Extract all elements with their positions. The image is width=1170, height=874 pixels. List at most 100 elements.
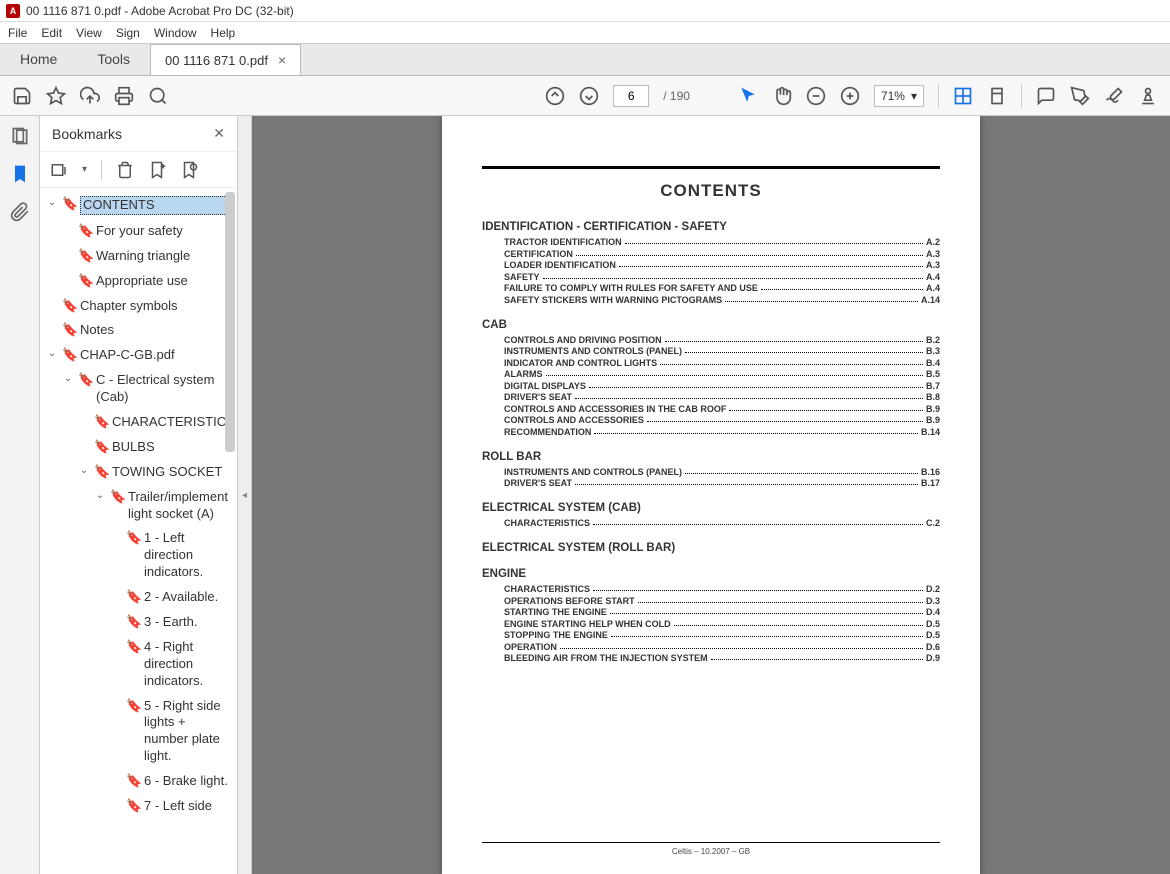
zoom-out-icon[interactable]: [806, 86, 826, 106]
toc-entry: STARTING THE ENGINED.4: [504, 607, 940, 617]
tree-item[interactable]: Warning triangle: [96, 248, 233, 265]
toc-entry: CERTIFICATIONA.3: [504, 249, 940, 259]
tree-item[interactable]: 1 - Left direction indicators.: [144, 530, 233, 581]
tree-item[interactable]: Trailer/implement light socket (A): [128, 489, 233, 523]
toc-entry: SAFETYA.4: [504, 272, 940, 282]
scrollbar[interactable]: [225, 192, 235, 452]
menu-view[interactable]: View: [76, 26, 102, 40]
panel-title: Bookmarks: [52, 126, 122, 142]
toc-entry: INSTRUMENTS AND CONTROLS (PANEL)B.3: [504, 346, 940, 356]
toc-entry: CONTROLS AND DRIVING POSITIONB.2: [504, 335, 940, 345]
bookmarks-panel: Bookmarks ✕ ▾ ⌄🔖CONTENTS 🔖For your safet…: [40, 116, 238, 874]
close-icon[interactable]: ×: [278, 52, 286, 68]
menu-sign[interactable]: Sign: [116, 26, 140, 40]
fit-icon[interactable]: [953, 86, 973, 106]
scroll-icon[interactable]: [987, 86, 1007, 106]
menu-help[interactable]: Help: [211, 26, 236, 40]
zoom-select[interactable]: 71%▾: [874, 85, 924, 107]
tree-item[interactable]: 2 - Available.: [144, 589, 233, 606]
toc-entry: STOPPING THE ENGINED.5: [504, 630, 940, 640]
print-icon[interactable]: [114, 86, 134, 106]
menu-file[interactable]: File: [8, 26, 27, 40]
toc-section: ELECTRICAL SYSTEM (ROLL BAR): [482, 542, 940, 554]
toc-entry: TRACTOR IDENTIFICATIONA.2: [504, 237, 940, 247]
cloud-icon[interactable]: [80, 86, 100, 106]
toc-entry: CONTROLS AND ACCESSORIES IN THE CAB ROOF…: [504, 404, 940, 414]
star-icon[interactable]: [46, 86, 66, 106]
toc-entry: DRIVER'S SEATB.8: [504, 392, 940, 402]
toc-section: ROLL BAR: [482, 451, 940, 463]
tree-item[interactable]: C - Electrical system (Cab): [96, 372, 233, 406]
find-bookmark-icon[interactable]: [180, 161, 198, 179]
page-footer: Celtis – 10.2007 – GB: [482, 842, 940, 856]
toc-entry: FAILURE TO COMPLY WITH RULES FOR SAFETY …: [504, 283, 940, 293]
comment-icon[interactable]: [1036, 86, 1056, 106]
hand-icon[interactable]: [772, 86, 792, 106]
titlebar: A 00 1116 871 0.pdf - Adobe Acrobat Pro …: [0, 0, 1170, 22]
tab-tools[interactable]: Tools: [77, 43, 150, 75]
tree-item[interactable]: TOWING SOCKET: [112, 464, 233, 481]
tree-item[interactable]: Notes: [80, 322, 233, 339]
toolbar: / 190 71%▾: [0, 76, 1170, 116]
save-icon[interactable]: [12, 86, 32, 106]
menubar: File Edit View Sign Window Help: [0, 22, 1170, 44]
stamp-icon[interactable]: [1138, 86, 1158, 106]
highlight-icon[interactable]: [1070, 86, 1090, 106]
search-icon[interactable]: [148, 86, 168, 106]
toc-section: ENGINE: [482, 568, 940, 580]
menu-window[interactable]: Window: [154, 26, 197, 40]
trash-icon[interactable]: [116, 161, 134, 179]
tab-home[interactable]: Home: [0, 43, 77, 75]
main: Bookmarks ✕ ▾ ⌄🔖CONTENTS 🔖For your safet…: [0, 116, 1170, 874]
toc-entry: ALARMSB.5: [504, 369, 940, 379]
panel-header: Bookmarks ✕: [40, 116, 237, 152]
new-bookmark-icon[interactable]: [148, 161, 166, 179]
toc-entry: BLEEDING AIR FROM THE INJECTION SYSTEMD.…: [504, 653, 940, 663]
doc-title: CONTENTS: [482, 166, 940, 201]
toc-section: IDENTIFICATION - CERTIFICATION - SAFETY: [482, 221, 940, 233]
tree-item[interactable]: 7 - Left side: [144, 798, 233, 815]
tree-item[interactable]: BULBS: [112, 439, 233, 456]
toc-entry: OPERATIOND.6: [504, 642, 940, 652]
chevron-down-icon: ▾: [911, 89, 917, 103]
chevron-down-icon[interactable]: ▾: [82, 164, 87, 175]
tab-document[interactable]: 00 1116 871 0.pdf ×: [150, 44, 301, 75]
toc-section: ELECTRICAL SYSTEM (CAB): [482, 502, 940, 514]
toc-entry: CONTROLS AND ACCESSORIESB.9: [504, 415, 940, 425]
attachment-icon[interactable]: [10, 202, 30, 222]
page-total: / 190: [663, 89, 690, 103]
page-viewer[interactable]: CONTENTS IDENTIFICATION - CERTIFICATION …: [252, 116, 1170, 874]
tree-item[interactable]: CHAP-C-GB.pdf: [80, 347, 233, 364]
tree-item[interactable]: Chapter symbols: [80, 298, 233, 315]
table-of-contents: IDENTIFICATION - CERTIFICATION - SAFETY T…: [482, 221, 940, 663]
tree-item[interactable]: CHARACTERISTICS: [112, 414, 235, 431]
bookmark-icon[interactable]: [10, 164, 30, 184]
bookmark-tree[interactable]: ⌄🔖CONTENTS 🔖For your safety 🔖Warning tri…: [40, 188, 237, 874]
sign-icon[interactable]: [1104, 86, 1124, 106]
pointer-icon[interactable]: [738, 86, 758, 106]
toc-section: CAB: [482, 319, 940, 331]
page-down-icon[interactable]: [579, 86, 599, 106]
pdf-icon: A: [6, 4, 20, 18]
toc-entry: DIGITAL DISPLAYSB.7: [504, 381, 940, 391]
tree-item[interactable]: Appropriate use: [96, 273, 233, 290]
close-icon[interactable]: ✕: [213, 125, 225, 142]
window-title: 00 1116 871 0.pdf - Adobe Acrobat Pro DC…: [26, 4, 294, 18]
tree-item[interactable]: 4 - Right direction indicators.: [144, 639, 233, 690]
tree-item[interactable]: 6 - Brake light.: [144, 773, 233, 790]
tree-contents[interactable]: CONTENTS: [80, 196, 233, 215]
tree-item[interactable]: For your safety: [96, 223, 233, 240]
left-rail: [0, 116, 40, 874]
panel-collapse[interactable]: ◂: [238, 116, 252, 874]
options-icon[interactable]: [50, 161, 68, 179]
page-number-input[interactable]: [613, 85, 649, 107]
zoom-in-icon[interactable]: [840, 86, 860, 106]
thumbnails-icon[interactable]: [10, 126, 30, 146]
menu-edit[interactable]: Edit: [41, 26, 62, 40]
tab-row: Home Tools 00 1116 871 0.pdf ×: [0, 44, 1170, 76]
toc-entry: RECOMMENDATIONB.14: [504, 427, 940, 437]
toc-entry: LOADER IDENTIFICATIONA.3: [504, 260, 940, 270]
page-up-icon[interactable]: [545, 86, 565, 106]
tree-item[interactable]: 5 - Right side lights + number plate lig…: [144, 698, 233, 766]
tree-item[interactable]: 3 - Earth.: [144, 614, 233, 631]
